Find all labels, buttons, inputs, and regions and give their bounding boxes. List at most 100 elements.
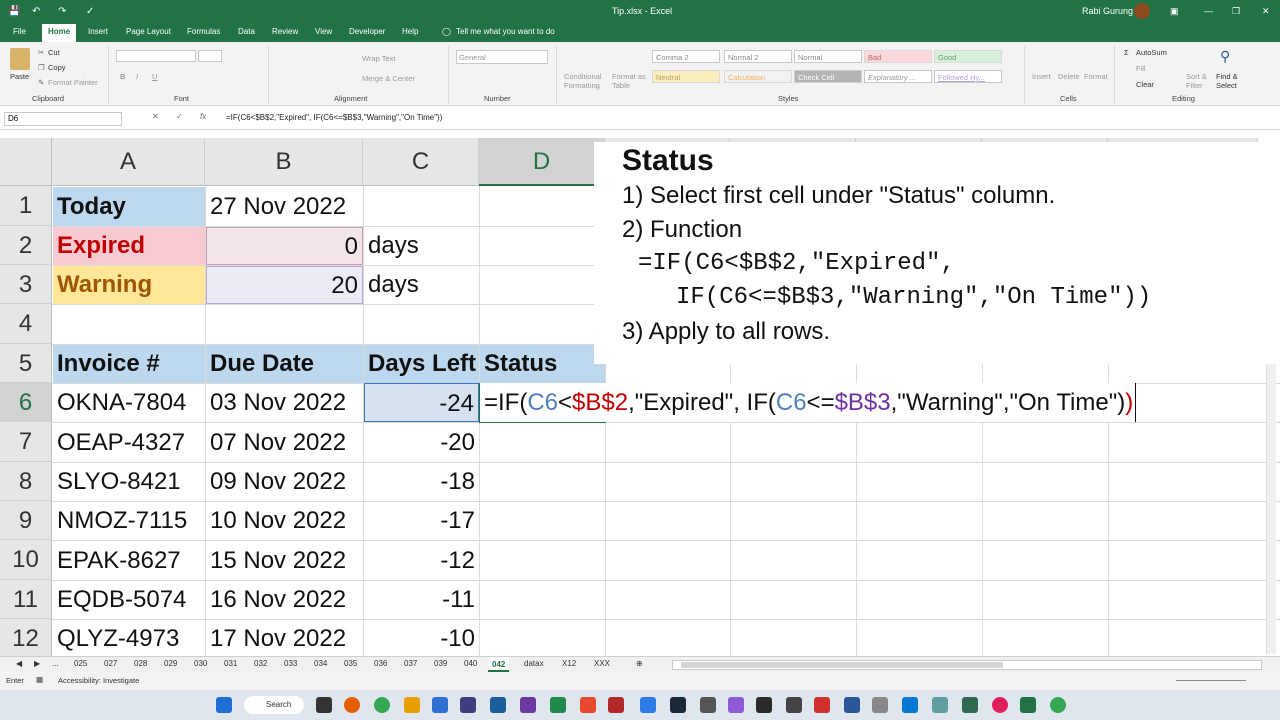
col-header-c[interactable]: C xyxy=(363,138,479,186)
wrap-text-button[interactable]: Wrap Text xyxy=(362,54,396,63)
cell-a2[interactable]: Expired xyxy=(53,227,205,265)
insert-cells-button[interactable]: Insert xyxy=(1032,72,1051,81)
cell-a3[interactable]: Warning xyxy=(53,266,205,304)
col-header-b[interactable]: B xyxy=(205,138,363,186)
cell-b1[interactable]: 27 Nov 2022 xyxy=(206,187,363,226)
sheet-tab[interactable]: 035 xyxy=(344,659,357,668)
table-row-days[interactable]: -11 xyxy=(364,581,479,619)
insert-function-icon[interactable]: fx xyxy=(200,112,206,121)
find-icon[interactable]: ⚲ xyxy=(1220,48,1230,65)
firefox-icon[interactable] xyxy=(344,697,360,713)
add-sheet-icon[interactable]: ⊕ xyxy=(636,659,643,668)
format-as-table-button[interactable]: Format as Table xyxy=(612,72,648,90)
macro-record-icon[interactable]: ▦ xyxy=(36,675,43,684)
app-icon[interactable] xyxy=(700,697,716,713)
app-icon[interactable] xyxy=(550,697,566,713)
sigma-icon[interactable]: Σ xyxy=(1124,48,1129,57)
maximize-icon[interactable]: ❐ xyxy=(1232,6,1240,17)
sheet-tab-active[interactable]: 042 xyxy=(488,657,510,672)
format-painter-button[interactable]: Format Painter xyxy=(48,78,98,87)
conditional-formatting-button[interactable]: Conditional Formatting xyxy=(564,72,608,90)
chrome-icon[interactable] xyxy=(1050,697,1066,713)
cell-c2[interactable]: days xyxy=(364,227,479,265)
sheet-tab[interactable]: 036 xyxy=(374,659,387,668)
horizontal-scrollbar[interactable] xyxy=(672,660,1262,670)
sheet-tab[interactable]: datax xyxy=(524,659,544,668)
style-calculation[interactable]: Calculation xyxy=(724,70,792,83)
find-select-button[interactable]: Find & Select xyxy=(1216,72,1246,90)
tab-developer[interactable]: Developer xyxy=(349,27,385,36)
table-row-due[interactable]: 09 Nov 2022 xyxy=(206,463,363,501)
windows-start-icon[interactable] xyxy=(216,697,232,713)
spelling-icon[interactable]: ✓ xyxy=(86,6,94,17)
bold-button[interactable]: B xyxy=(120,72,125,81)
excel-icon[interactable] xyxy=(1020,697,1036,713)
row-header-2[interactable]: 2 xyxy=(0,226,52,265)
row-header-3[interactable]: 3 xyxy=(0,265,52,304)
col-header-d[interactable]: D xyxy=(479,138,605,186)
tab-formulas[interactable]: Formulas xyxy=(187,27,220,36)
table-row-due[interactable]: 16 Nov 2022 xyxy=(206,581,363,619)
sheet-tab[interactable]: 029 xyxy=(164,659,177,668)
file-explorer-icon[interactable] xyxy=(404,697,420,713)
user-name[interactable]: Rabi Gurung xyxy=(1082,6,1133,16)
close-icon[interactable]: ✕ xyxy=(1262,6,1270,17)
paste-icon[interactable] xyxy=(10,48,30,70)
table-row-invoice[interactable]: EPAK-8627 xyxy=(53,541,205,580)
table-row-invoice[interactable]: QLYZ-4973 xyxy=(53,620,205,658)
paste-button[interactable]: Paste xyxy=(10,72,29,81)
save-icon[interactable]: 💾 xyxy=(8,6,20,17)
tab-data[interactable]: Data xyxy=(238,27,255,36)
app-icon[interactable] xyxy=(490,697,506,713)
prev-sheet-icon[interactable]: ◀ xyxy=(16,659,22,668)
style-comma2[interactable]: Comma 2 xyxy=(652,50,720,63)
tab-help[interactable]: Help xyxy=(402,27,418,36)
table-row-invoice[interactable]: OKNA-7804 xyxy=(53,384,205,422)
cell-d6-formula-edit[interactable]: =IF(C6<$B$2,"Expired", IF(C6<=$B$3,"Warn… xyxy=(480,383,1137,422)
row-header-9[interactable]: 9 xyxy=(0,501,52,540)
tell-me-search[interactable]: Tell me what you want to do xyxy=(456,27,555,36)
row-header-7[interactable]: 7 xyxy=(0,422,52,462)
cell-c5[interactable]: Days Left xyxy=(364,345,479,383)
sheet-tab[interactable]: 040 xyxy=(464,659,477,668)
table-row-days[interactable]: -20 xyxy=(364,423,479,462)
app-icon[interactable] xyxy=(640,697,656,713)
sheet-tab[interactable]: X12 xyxy=(562,659,576,668)
table-row-days[interactable]: -17 xyxy=(364,502,479,540)
merge-center-button[interactable]: Merge & Center xyxy=(362,74,415,83)
tab-page-layout[interactable]: Page Layout xyxy=(126,27,171,36)
sheet-tab[interactable]: 034 xyxy=(314,659,327,668)
name-box[interactable]: D6 xyxy=(4,112,122,126)
style-normal[interactable]: Normal xyxy=(794,50,862,63)
sheet-tab[interactable]: 037 xyxy=(404,659,417,668)
style-bad[interactable]: Bad xyxy=(864,50,932,63)
table-row-days[interactable]: -24 xyxy=(364,383,479,422)
table-row-invoice[interactable]: EQDB-5074 xyxy=(53,581,205,619)
row-header-1[interactable]: 1 xyxy=(0,186,52,226)
underline-button[interactable]: U xyxy=(152,72,157,81)
style-explanatory[interactable]: Explanatory ... xyxy=(864,70,932,83)
chrome-icon[interactable] xyxy=(374,697,390,713)
vscode-icon[interactable] xyxy=(902,697,918,713)
copy-icon[interactable]: ❐ xyxy=(38,63,45,72)
cell-b3[interactable]: 20 xyxy=(206,266,363,304)
format-painter-icon[interactable]: ✎ xyxy=(38,78,44,87)
row-header-11[interactable]: 11 xyxy=(0,580,52,619)
style-good[interactable]: Good xyxy=(934,50,1002,63)
sheet-tab-more[interactable]: ... xyxy=(52,659,59,668)
app-icon[interactable] xyxy=(580,697,596,713)
app-icon[interactable] xyxy=(962,697,978,713)
minimize-icon[interactable]: — xyxy=(1204,6,1213,16)
sort-filter-button[interactable]: Sort & Filter xyxy=(1186,72,1212,90)
sheet-tab[interactable]: 032 xyxy=(254,659,267,668)
sheet-tab[interactable]: 031 xyxy=(224,659,237,668)
app-icon[interactable] xyxy=(786,697,802,713)
row-header-10[interactable]: 10 xyxy=(0,540,52,580)
sheet-tab[interactable]: 028 xyxy=(134,659,147,668)
app-icon[interactable] xyxy=(992,697,1008,713)
cell-a1[interactable]: Today xyxy=(53,187,205,226)
redo-icon[interactable]: ↷ xyxy=(58,6,66,17)
vertical-scrollbar[interactable] xyxy=(1266,362,1276,654)
steam-icon[interactable] xyxy=(670,697,686,713)
copy-button[interactable]: Copy xyxy=(48,63,66,72)
